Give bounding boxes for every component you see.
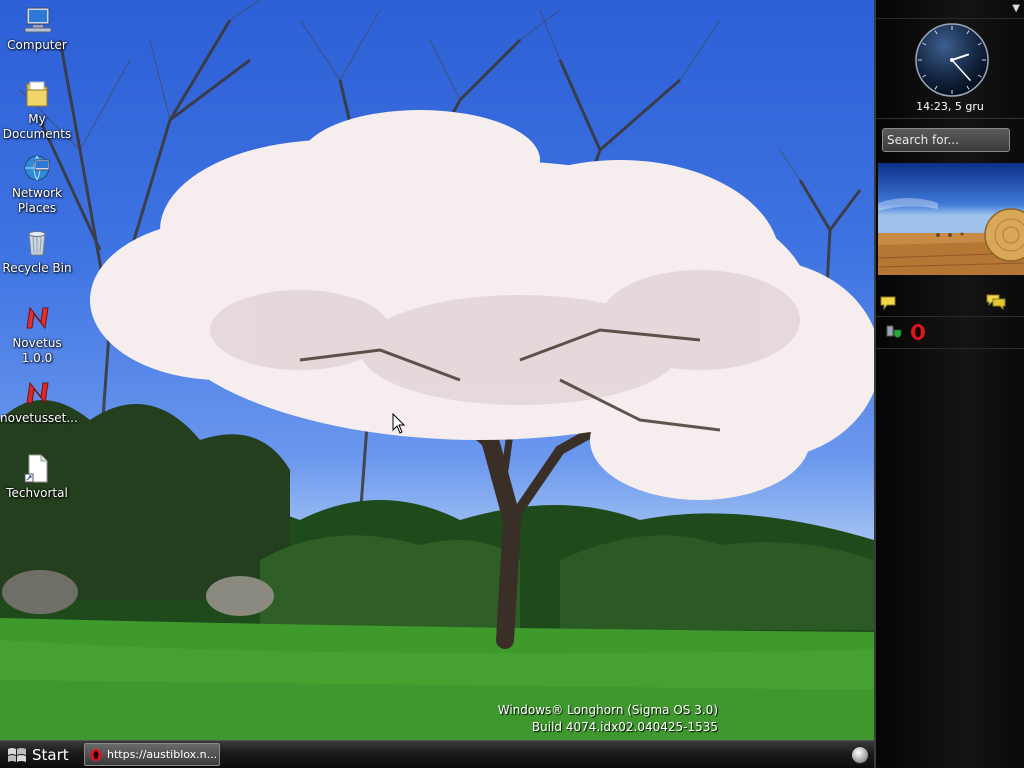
desktop-wallpaper[interactable]: Computer My Documents Network Places Rec… [0,0,874,740]
novetus-label: Novetus 1.0.0 [12,336,62,365]
my-documents-icon[interactable]: My Documents [0,78,74,142]
feed-bubbles-icon[interactable] [986,294,1006,310]
clock-gadget[interactable]: 14:23, 5 gru [876,18,1024,119]
trash-can-icon [28,231,46,256]
os-version-watermark: Windows® Longhorn (Sigma OS 3.0) Build 4… [498,702,718,736]
feed-bubble-icon[interactable] [880,296,896,310]
network-icon [24,155,50,181]
opera-icon [90,748,102,761]
analog-clock-icon [915,23,989,97]
clock-time-date: 14:23, 5 gru [916,100,984,113]
network-places-icon[interactable]: Network Places [0,152,74,216]
sidebar-header: ▼ [876,0,1024,19]
feed-gadget [876,290,1024,317]
network-places-label: Network Places [11,186,63,215]
sidebar-menu-arrow-icon[interactable]: ▼ [1012,3,1020,14]
taskbar-window-label: https://austiblox.n... [107,748,218,761]
sidebar: ▼ 14:23, 5 gru [874,0,1024,768]
start-label: Start [32,746,69,764]
windows-flag-icon [8,748,26,762]
slideshow-gadget[interactable] [878,163,1024,275]
my-documents-label: My Documents [2,112,72,141]
recycle-bin-label: Recycle Bin [2,261,72,275]
folder-icon [26,81,48,107]
recycle-bin-icon[interactable]: Recycle Bin [0,227,74,276]
taskbar: Start https://austiblox.n... [0,740,874,768]
watermark-line-1: Windows® Longhorn (Sigma OS 3.0) [497,703,718,717]
tray-orb-icon[interactable] [851,746,869,764]
novetusset-label: novetusset... [0,411,78,425]
start-button[interactable]: Start [2,743,78,767]
wallpaper-image [0,0,874,740]
novetus-icon[interactable]: Novetus 1.0.0 [0,302,74,366]
computer-label: Computer [7,38,67,52]
techvortal-icon[interactable]: Techvortal [0,452,74,501]
opera-icon[interactable] [910,323,926,341]
taskbar-window-button[interactable]: https://austiblox.n... [84,743,220,766]
novetus-setup-icon [26,381,49,405]
novetus-n-icon [26,306,49,330]
watermark-line-2: Build 4074.idx02.040425-1535 [531,720,718,734]
computer-icon[interactable]: Computer [0,4,74,53]
techvortal-label: Techvortal [6,486,68,500]
novetusset-icon[interactable]: novetusset... [0,377,78,426]
sidebar-search-input[interactable] [882,128,1010,152]
security-shield-icon[interactable] [886,324,902,340]
document-shortcut-icon [24,454,48,483]
hay-bale-field-image [878,163,1024,275]
notification-tray [876,318,1024,349]
computer-glyph-icon [24,7,52,33]
